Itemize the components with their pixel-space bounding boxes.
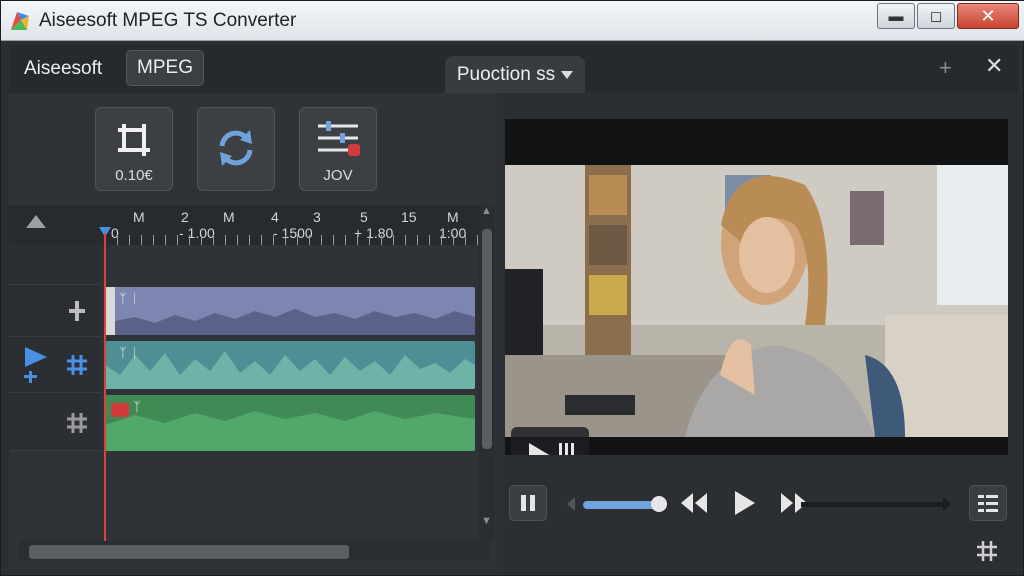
track-label: ᛉ ᛁ [119, 291, 139, 306]
waveform [105, 351, 475, 389]
editor-panel: 0.10€ JOV M 2 M 4 3 5 15 M 0 - 1.00 - 15… [9, 93, 497, 569]
maximize-icon: ◻ [929, 8, 943, 25]
maximize-button[interactable]: ◻ [917, 3, 955, 29]
list-icon [978, 495, 998, 512]
ruler-label: 3 [313, 209, 321, 225]
chevron-down-icon[interactable] [561, 70, 574, 79]
add-tab-button[interactable]: + [939, 55, 952, 81]
adjust-button[interactable]: JOV [299, 107, 377, 191]
rotate-icon [219, 130, 253, 166]
video-track-clip[interactable]: ᛉ ᛁ [105, 287, 475, 335]
ruler-label: 15 [401, 209, 417, 225]
grid-move-icon[interactable] [67, 355, 87, 375]
seek-start-icon[interactable] [565, 497, 577, 511]
ruler-label: M [447, 209, 459, 225]
resize-grip-icon[interactable] [977, 541, 997, 561]
ruler-ticks [105, 235, 479, 245]
scroll-thumb[interactable] [482, 229, 492, 449]
pause-button[interactable] [509, 485, 547, 521]
video-frame-image [505, 165, 1008, 437]
audio-track-clip[interactable]: ᛉ ᛁ [105, 341, 475, 389]
ruler-label: 2 [181, 209, 189, 225]
grid-move-icon[interactable] [67, 413, 87, 433]
volume-track[interactable] [801, 502, 943, 507]
play-icon[interactable] [731, 489, 757, 517]
tab-preview[interactable]: Puoction ss [445, 56, 585, 93]
track-settings-icon[interactable] [69, 301, 85, 321]
adjust-sliders-icon [318, 121, 360, 156]
scroll-thumb[interactable] [29, 545, 349, 559]
add-track-icon[interactable] [23, 345, 49, 385]
tab-label: Puoction ss [456, 63, 556, 85]
pause-icon [521, 495, 535, 511]
format-button[interactable]: MPEG [126, 50, 204, 86]
playhead-line[interactable] [104, 233, 106, 541]
crop-icon [118, 124, 150, 156]
track-label: ᛉ [133, 399, 141, 414]
minimize-icon: ▬ [888, 7, 904, 25]
rewind-icon[interactable] [679, 491, 709, 515]
ruler-label: M [133, 209, 145, 225]
video-play-button[interactable] [511, 427, 589, 455]
rotate-button[interactable] [197, 107, 275, 191]
preview-panel [501, 93, 1019, 569]
waveform [105, 287, 475, 335]
ruler-label: M [223, 209, 235, 225]
track-label: ᛉ ᛁ [119, 345, 139, 360]
minimize-button[interactable]: ▬ [877, 3, 915, 29]
ruler-label: 4 [271, 209, 279, 225]
app-window: Aiseesoft MPEG TS Converter ▬ ◻ ✕ Aisees… [0, 0, 1024, 576]
timeline-horizontal-scrollbar[interactable] [19, 541, 489, 561]
window-title: Aiseesoft MPEG TS Converter [39, 10, 297, 31]
brand-label: Aiseesoft [24, 58, 103, 79]
seek-progress-bar[interactable] [583, 501, 659, 509]
header-bar: Aiseesoft MPEG Puoction ss + ✕ [9, 45, 1019, 93]
chevron-down-icon[interactable]: ▼ [481, 515, 492, 527]
menu-button[interactable] [969, 485, 1007, 521]
timeline-ruler[interactable]: M 2 M 4 3 5 15 M 0 - 1.00 - 1500 + 1.80 … [9, 205, 479, 245]
track-header-empty [9, 245, 101, 285]
chevron-up-icon[interactable]: ▲ [481, 205, 492, 217]
video-preview[interactable] [505, 119, 1008, 455]
crop-button[interactable]: 0.10€ [95, 107, 173, 191]
crop-label: 0.10€ [115, 167, 153, 184]
close-panel-button[interactable]: ✕ [985, 53, 1003, 79]
adjust-label: JOV [323, 167, 353, 184]
track-header-audio-1 [9, 337, 101, 393]
app-logo-icon [11, 12, 29, 30]
seek-slider-handle[interactable] [651, 496, 667, 512]
playback-controls [501, 485, 1019, 529]
collapse-triangle-icon[interactable] [26, 215, 46, 228]
timeline-vertical-scrollbar[interactable]: ▲ ▼ [479, 205, 495, 541]
track-header-video [9, 285, 101, 337]
title-bar: Aiseesoft MPEG TS Converter ▬ ◻ ✕ [1, 1, 1024, 41]
seek-end-icon[interactable] [941, 497, 953, 511]
music-track-clip[interactable]: ᛉ [105, 395, 475, 451]
waveform [105, 403, 475, 451]
close-icon: ✕ [980, 5, 996, 26]
track-header-audio-2 [9, 393, 101, 451]
play-icon [529, 443, 574, 455]
close-window-button[interactable]: ✕ [957, 3, 1019, 29]
ruler-label: 5 [360, 209, 368, 225]
